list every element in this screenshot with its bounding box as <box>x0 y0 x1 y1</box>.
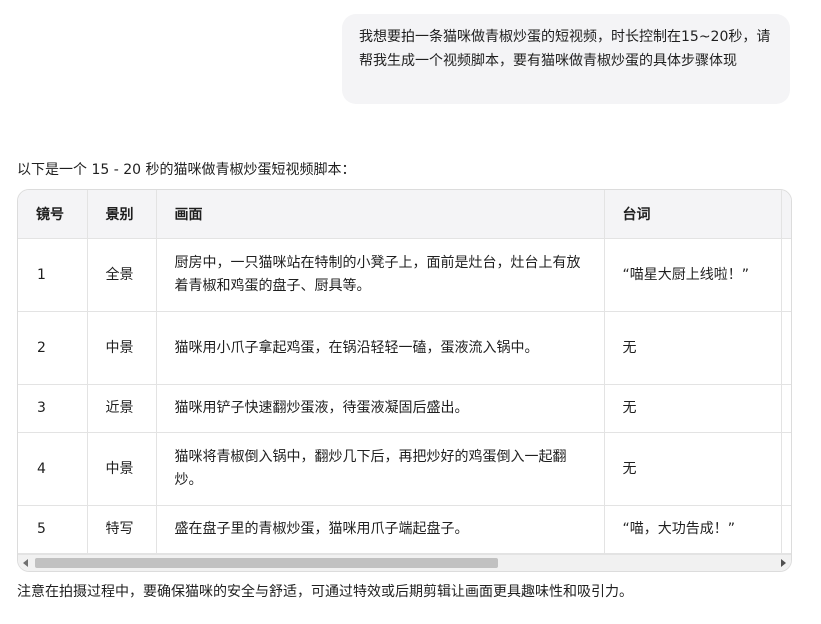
script-table-container: 镜号 景别 画面 台词 1 全景 厨房中，一只猫咪站在特制的小凳子上，面前是灶台… <box>17 189 792 572</box>
cell-scene: 盛在盘子里的青椒炒蛋，猫咪用爪子端起盘子。 <box>156 505 605 554</box>
table-row: 5 特写 盛在盘子里的青椒炒蛋，猫咪用爪子端起盘子。 “喵，大功告成！” <box>18 505 791 554</box>
header-overflow-cell <box>781 190 791 239</box>
cell-shot-number: 1 <box>18 238 88 312</box>
cell-shot-size: 中景 <box>87 432 157 506</box>
table-row: 2 中景 猫咪用小爪子拿起鸡蛋，在锅沿轻轻一磕，蛋液流入锅中。 无 <box>18 311 791 385</box>
header-scene: 画面 <box>156 190 605 239</box>
cell-dialogue: 无 <box>604 311 782 385</box>
scroll-left-arrow-icon[interactable] <box>23 559 28 567</box>
header-dialogue: 台词 <box>604 190 782 239</box>
user-message-bubble: 我想要拍一条猫咪做青椒炒蛋的短视频，时长控制在15~20秒，请帮我生成一个视频脚… <box>342 14 790 104</box>
table-row: 3 近景 猫咪用铲子快速翻炒蛋液，待蛋液凝固后盛出。 无 <box>18 384 791 433</box>
horizontal-scrollbar[interactable] <box>18 554 791 571</box>
cell-dialogue: “喵，大功告成！” <box>604 505 782 554</box>
cell-overflow <box>781 432 791 506</box>
cell-overflow <box>781 238 791 312</box>
cell-overflow <box>781 311 791 385</box>
cell-shot-number: 2 <box>18 311 88 385</box>
cell-scene: 厨房中，一只猫咪站在特制的小凳子上，面前是灶台，灶台上有放着青椒和鸡蛋的盘子、厨… <box>156 238 605 312</box>
cell-shot-size: 近景 <box>87 384 157 433</box>
cell-shot-size: 中景 <box>87 311 157 385</box>
header-shot-number: 镜号 <box>18 190 88 239</box>
cell-scene: 猫咪用小爪子拿起鸡蛋，在锅沿轻轻一磕，蛋液流入锅中。 <box>156 311 605 385</box>
cell-dialogue: 无 <box>604 384 782 433</box>
cell-shot-size: 全景 <box>87 238 157 312</box>
cell-overflow <box>781 505 791 554</box>
scroll-right-arrow-icon[interactable] <box>781 559 786 567</box>
response-note: 注意在拍摄过程中，要确保猫咪的安全与舒适，可通过特效或后期剪辑让画面更具趣味性和… <box>17 584 633 600</box>
cell-dialogue: 无 <box>604 432 782 506</box>
cell-overflow <box>781 384 791 433</box>
table-row: 4 中景 猫咪将青椒倒入锅中，翻炒几下后，再把炒好的鸡蛋倒入一起翻炒。 无 <box>18 432 791 506</box>
header-shot-size: 景别 <box>87 190 157 239</box>
cell-shot-number: 5 <box>18 505 88 554</box>
response-intro: 以下是一个 15 - 20 秒的猫咪做青椒炒蛋短视频脚本： <box>17 162 356 178</box>
table-header-row: 镜号 景别 画面 台词 <box>18 190 791 239</box>
cell-shot-number: 4 <box>18 432 88 506</box>
cell-dialogue: “喵星大厨上线啦！” <box>604 238 782 312</box>
cell-shot-size: 特写 <box>87 505 157 554</box>
script-table: 镜号 景别 画面 台词 1 全景 厨房中，一只猫咪站在特制的小凳子上，面前是灶台… <box>18 190 791 554</box>
scrollbar-thumb[interactable] <box>35 558 498 568</box>
cell-shot-number: 3 <box>18 384 88 433</box>
table-row: 1 全景 厨房中，一只猫咪站在特制的小凳子上，面前是灶台，灶台上有放着青椒和鸡蛋… <box>18 238 791 312</box>
cell-scene: 猫咪用铲子快速翻炒蛋液，待蛋液凝固后盛出。 <box>156 384 605 433</box>
user-message-text: 我想要拍一条猫咪做青椒炒蛋的短视频，时长控制在15~20秒，请帮我生成一个视频脚… <box>359 29 771 69</box>
cell-scene: 猫咪将青椒倒入锅中，翻炒几下后，再把炒好的鸡蛋倒入一起翻炒。 <box>156 432 605 506</box>
